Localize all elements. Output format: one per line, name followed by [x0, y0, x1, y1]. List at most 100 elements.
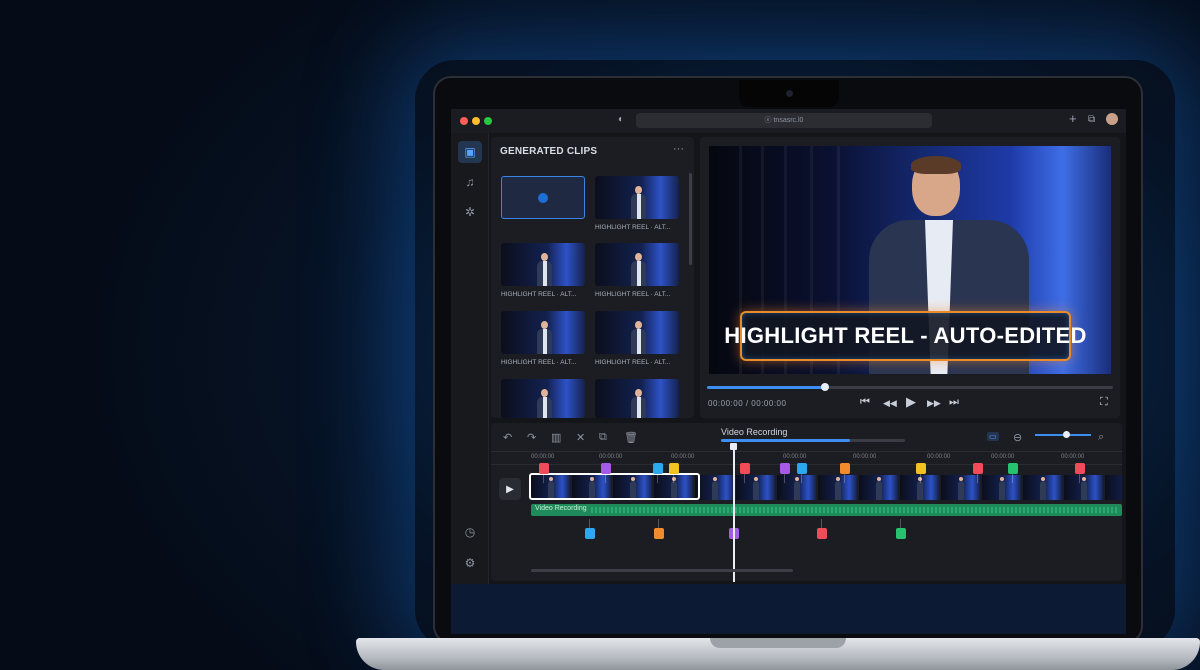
clip-item[interactable]: HIGHLIGHT REEL · ALT...	[595, 311, 679, 366]
camera-icon	[786, 90, 793, 97]
timeline-play-button[interactable]: ▶	[499, 478, 521, 500]
audio-marker[interactable]	[585, 519, 595, 539]
delete-icon[interactable]: 🗑	[624, 431, 638, 444]
clip-thumbnail	[595, 176, 679, 219]
clip-item[interactable]	[595, 379, 679, 418]
clip-marker[interactable]	[1075, 463, 1085, 483]
skip-back-icon[interactable]: ⏮	[860, 396, 870, 409]
laptop-base	[356, 638, 1200, 670]
clip-caption: HIGHLIGHT REEL · ALT...	[501, 359, 577, 366]
clip-item[interactable]: HIGHLIGHT REEL · ALT...	[501, 243, 585, 298]
effects-icon[interactable]: ✲	[458, 201, 482, 223]
audio-marker[interactable]	[896, 519, 906, 539]
clip-marker[interactable]	[840, 463, 850, 483]
fast-forward-icon[interactable]: ▶▶	[927, 398, 941, 409]
clock-icon[interactable]: ◷	[458, 521, 482, 543]
clip-marker[interactable]	[601, 463, 611, 483]
clip-caption: HIGHLIGHT REEL · ALT...	[501, 291, 577, 298]
playhead[interactable]	[730, 443, 736, 582]
clip-thumbnail	[595, 379, 679, 418]
play-icon[interactable]: ▶	[906, 394, 916, 410]
clip-thumbnail	[501, 311, 585, 354]
clip-thumbnail	[501, 379, 585, 418]
ruler-label: 00:00:00	[853, 454, 877, 460]
copy-icon[interactable]: ⧉	[599, 431, 607, 444]
redo-icon[interactable]: ↷	[527, 431, 536, 444]
avatar[interactable]	[1106, 113, 1118, 125]
timeline-title: Video Recording	[721, 427, 788, 437]
ruler-label: 00:00:00	[927, 454, 951, 460]
clips-panel-title: GENERATED CLIPS	[500, 146, 598, 157]
video-icon[interactable]: ▣	[458, 141, 482, 163]
search-icon[interactable]: ⌕	[1098, 431, 1104, 444]
snap-icon[interactable]: ▭	[987, 432, 999, 441]
app-screen: ◐ ⓔ tnsasrc.l0 + ⧉ ▣ ♫ ✲ ◷ ⚙ GENERATED C…	[451, 109, 1126, 584]
clip-marker[interactable]	[740, 463, 750, 483]
clip-marker[interactable]	[973, 463, 983, 483]
preview-progress-bar[interactable]	[707, 383, 1113, 391]
audio-marker[interactable]	[817, 519, 827, 539]
trim-icon[interactable]: ▥	[551, 431, 561, 444]
render-progress-bar	[721, 439, 905, 442]
new-tab-icon[interactable]: +	[1069, 111, 1077, 126]
laptop-chin	[451, 584, 1126, 634]
share-icon[interactable]: ⧉	[1088, 114, 1095, 125]
cut-icon[interactable]: ✕	[576, 431, 585, 444]
rewind-icon[interactable]: ◀◀	[883, 398, 897, 409]
video-frame[interactable]: HIGHLIGHT REEL - AUTO-EDITED	[709, 146, 1111, 374]
ruler-label: 00:00:00	[783, 454, 807, 460]
clip-item[interactable]	[501, 379, 585, 418]
timeline-scrollbar[interactable]	[531, 569, 793, 572]
ruler-label: 00:00:00	[991, 454, 1015, 460]
clip-marker[interactable]	[669, 463, 679, 483]
clip-marker[interactable]	[539, 463, 549, 483]
fullscreen-icon[interactable]: ⛶	[1100, 396, 1108, 409]
clip-marker[interactable]	[1008, 463, 1018, 483]
undo-icon[interactable]: ↶	[503, 431, 512, 444]
ruler-label: 00:00:00	[599, 454, 623, 460]
music-icon[interactable]: ♫	[458, 171, 482, 193]
clip-marker[interactable]	[916, 463, 926, 483]
clip-marker[interactable]	[797, 463, 807, 483]
audio-waveform	[591, 507, 1118, 513]
clip-item[interactable]: HIGHLIGHT REEL · ALT...	[501, 311, 585, 366]
clip-thumbnail	[595, 243, 679, 286]
clip-item[interactable]	[501, 176, 585, 219]
laptop-groove	[710, 638, 846, 648]
ruler-label: 00:00:00	[671, 454, 695, 460]
clip-thumbnail	[501, 243, 585, 286]
audio-marker[interactable]	[654, 519, 664, 539]
clip-caption: HIGHLIGHT REEL · ALT...	[595, 224, 671, 231]
ruler-label: 00:00:00	[1061, 454, 1085, 460]
title-overlay: HIGHLIGHT REEL - AUTO-EDITED	[724, 311, 1086, 361]
clip-item[interactable]: HIGHLIGHT REEL · ALT...	[595, 243, 679, 298]
skip-forward-icon[interactable]: ⏭	[949, 396, 959, 409]
address-bar[interactable]: ⓔ tnsasrc.l0	[636, 113, 932, 128]
more-options-icon[interactable]: ···	[673, 143, 684, 155]
shield-icon[interactable]: ◐	[618, 114, 624, 125]
ruler-label: 00:00:00	[531, 454, 555, 460]
timecode: 00:00:00 / 00:00:00	[708, 399, 787, 408]
video-preview-panel: HIGHLIGHT REEL - AUTO-EDITED 00:00:00 / …	[700, 137, 1120, 418]
title-bar: ◐ ⓔ tnsasrc.l0 + ⧉	[451, 109, 1126, 133]
clip-caption: HIGHLIGHT REEL · ALT...	[595, 359, 671, 366]
clip-caption: HIGHLIGHT REEL · ALT...	[595, 291, 671, 298]
clip-thumbnail	[595, 311, 679, 354]
minimize-window-button[interactable]	[472, 117, 480, 125]
close-window-button[interactable]	[460, 117, 468, 125]
zoom-out-icon[interactable]: ⊖	[1013, 431, 1022, 444]
tool-sidebar: ▣ ♫ ✲ ◷ ⚙	[451, 133, 489, 584]
clips-scrollbar[interactable]	[689, 173, 692, 265]
clip-thumbnail	[501, 176, 585, 219]
selected-clip[interactable]	[529, 473, 700, 500]
settings-icon[interactable]: ⚙	[458, 552, 482, 574]
zoom-slider-handle[interactable]	[1062, 431, 1070, 438]
timeline-panel: ↶ ↷ ▥ ✕ ⧉ 🗑 Video Recording ▭ ⊖ ⌕ 00:00:…	[491, 423, 1122, 582]
clip-item[interactable]: HIGHLIGHT REEL · ALT...	[595, 176, 679, 231]
audio-track[interactable]: Video Recording	[531, 504, 1122, 516]
clip-marker[interactable]	[653, 463, 663, 483]
maximize-window-button[interactable]	[484, 117, 492, 125]
audio-track-label: Video Recording	[535, 505, 587, 512]
clip-marker[interactable]	[780, 463, 790, 483]
generated-clips-panel: GENERATED CLIPS ··· HIGHLIGHT REEL · ALT…	[491, 137, 694, 418]
